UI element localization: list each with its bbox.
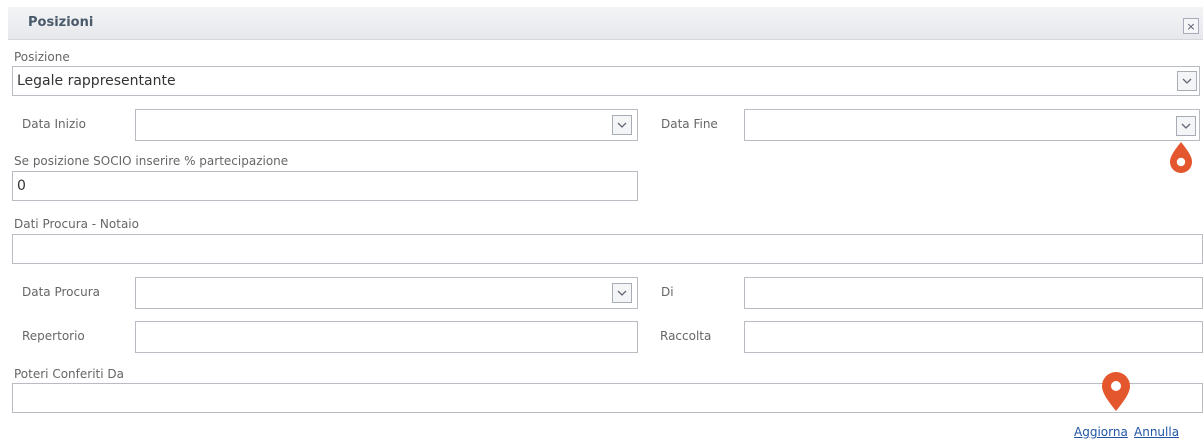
aggiorna-link[interactable]: Aggiorna [1074,425,1128,439]
socio-percent-input[interactable]: 0 [12,171,638,201]
data-inizio-label: Data Inizio [22,117,86,131]
poteri-label: Poteri Conferiti Da [14,367,124,381]
chevron-down-icon [617,122,627,128]
data-inizio-field[interactable] [135,109,638,141]
data-fine-dropdown-button[interactable] [1176,116,1196,136]
raccolta-label: Raccolta [660,329,712,343]
posizione-label: Posizione [14,50,70,64]
di-input[interactable] [744,277,1203,309]
data-inizio-dropdown-button[interactable] [612,115,632,135]
poteri-input[interactable] [12,383,1203,413]
procura-notaio-input[interactable] [12,234,1203,264]
procura-notaio-label: Dati Procura - Notaio [14,217,139,231]
repertorio-input[interactable] [135,321,638,353]
positions-dialog: Posizioni × Posizione Legale rappresenta… [0,0,1203,441]
dialog-header: Posizioni [8,7,1203,40]
annulla-link[interactable]: Annulla [1134,425,1179,439]
data-fine-label: Data Fine [661,117,718,131]
map-pin-icon [1170,142,1192,173]
socio-label: Se posizione SOCIO inserire % partecipaz… [14,154,289,168]
data-fine-field[interactable] [744,109,1200,141]
repertorio-label: Repertorio [22,329,85,343]
dialog-title: Posizioni [28,15,94,30]
socio-value: 0 [17,178,26,194]
data-procura-label: Data Procura [22,285,100,299]
map-pin-icon [1102,372,1130,411]
chevron-down-icon [1181,123,1191,129]
posizione-dropdown-button[interactable] [1177,71,1197,91]
chevron-down-icon [617,290,627,296]
chevron-down-icon [1182,78,1192,84]
posizione-value: Legale rappresentante [17,73,176,89]
di-label: Di [661,285,674,299]
data-procura-field[interactable] [135,277,638,309]
data-procura-dropdown-button[interactable] [612,283,632,303]
close-button[interactable]: × [1183,18,1199,34]
raccolta-input[interactable] [744,321,1203,353]
close-icon: × [1186,20,1196,33]
posizione-select[interactable]: Legale rappresentante [12,66,1200,96]
